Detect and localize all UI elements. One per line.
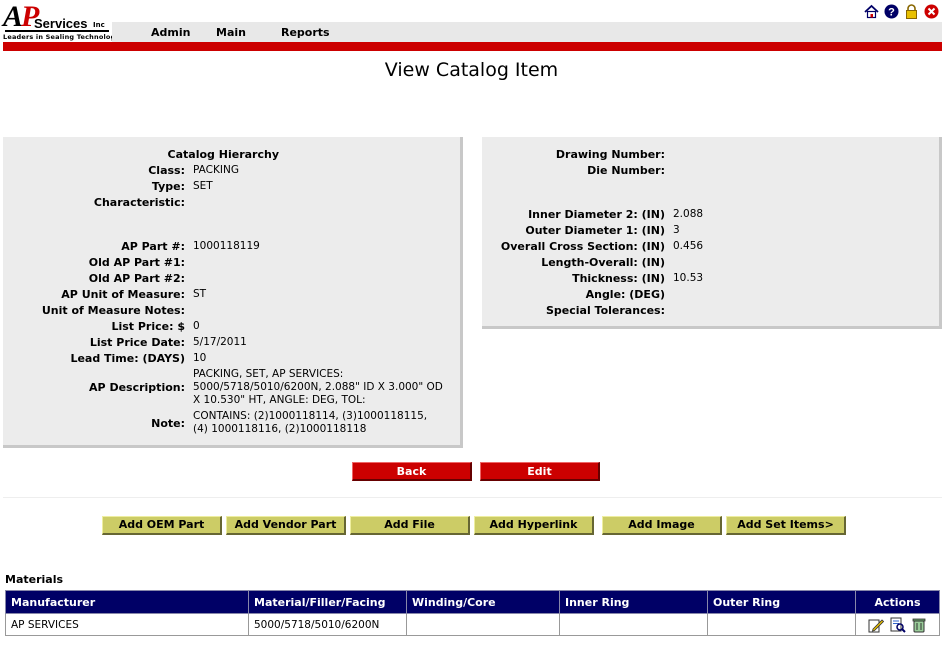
field-outer-diameter: Outer Diameter 1: (IN) 3 [525, 224, 680, 237]
top-icons: ? [864, 4, 939, 20]
col-actions: Actions [855, 590, 940, 614]
field-length-overall: Length-Overall: (IN) [541, 256, 665, 269]
logo-tagline: Leaders in Sealing Technologies [3, 33, 127, 41]
header-red-bar [3, 42, 942, 51]
lock-icon[interactable] [904, 4, 919, 19]
materials-table: Manufacturer Material/Filler/Facing Wind… [5, 590, 940, 636]
close-icon[interactable] [924, 4, 939, 19]
svg-text:?: ? [888, 7, 895, 19]
col-material: Material/Filler/Facing [248, 590, 407, 614]
field-list-price: List Price: $ 0 [111, 320, 200, 333]
logo-letters: AP [3, 0, 39, 33]
field-cross-section: Overall Cross Section: (IN) 0.456 [500, 240, 704, 253]
add-image-button[interactable]: Add Image [602, 516, 722, 535]
page-title: View Catalog Item [384, 59, 559, 81]
delete-icon[interactable] [911, 617, 927, 633]
field-thickness: Thickness: (IN) 10.53 [572, 272, 704, 285]
table-row: AP SERVICES 5000/5718/5010/6200N [5, 613, 940, 636]
field-die-number: Die Number: [587, 164, 665, 177]
home-icon[interactable] [864, 4, 879, 19]
logo-inc: Inc [93, 21, 105, 29]
catalog-hierarchy-panel: Catalog Hierarchy Class: PACKING Type: S… [3, 137, 463, 448]
field-note: Note: CONTAINS: (2)1000118114, (3)100011… [151, 410, 428, 435]
field-old-ap-part-2: Old AP Part #2: [88, 272, 185, 285]
field-class: Class: PACKING [148, 164, 239, 177]
add-oem-part-button[interactable]: Add OEM Part [102, 516, 222, 535]
materials-title: Materials [5, 573, 64, 586]
add-vendor-part-button[interactable]: Add Vendor Part [226, 516, 346, 535]
field-uom-notes: Unit of Measure Notes: [41, 304, 185, 317]
field-unit-of-measure: AP Unit of Measure: ST [61, 288, 207, 301]
col-inner-ring: Inner Ring [559, 590, 708, 614]
col-winding: Winding/Core [406, 590, 560, 614]
cell-material: 5000/5718/5010/6200N [248, 613, 407, 636]
field-characteristic: Characteristic: [93, 196, 185, 209]
edit-icon[interactable] [868, 617, 885, 633]
table-header-row: Manufacturer Material/Filler/Facing Wind… [5, 590, 940, 614]
dimensions-panel: Drawing Number: Die Number: Inner Diamet… [482, 137, 942, 329]
divider [3, 497, 942, 498]
cell-outer-ring [707, 613, 856, 636]
cell-manufacturer: AP SERVICES [5, 613, 249, 636]
add-set-items-button[interactable]: Add Set Items> [726, 516, 846, 535]
cell-winding [406, 613, 560, 636]
section-title: Catalog Hierarchy [167, 148, 279, 161]
add-file-button[interactable]: Add File [350, 516, 470, 535]
help-icon[interactable]: ? [884, 4, 899, 19]
edit-button[interactable]: Edit [480, 462, 600, 481]
logo-swoosh [5, 30, 109, 32]
nav-reports[interactable]: Reports [281, 26, 330, 39]
field-list-price-date: List Price Date: 5/17/2011 [89, 336, 247, 349]
field-drawing-number: Drawing Number: [555, 148, 665, 161]
view-icon[interactable] [890, 617, 906, 633]
logo-services: Services [34, 16, 88, 31]
col-manufacturer: Manufacturer [5, 590, 249, 614]
cell-actions [855, 613, 940, 636]
back-button[interactable]: Back [352, 462, 472, 481]
field-type: Type: SET [151, 180, 213, 193]
field-ap-part: AP Part #: 1000118119 [121, 240, 260, 253]
company-logo[interactable]: AP Services Inc Leaders in Sealing Techn… [3, 0, 126, 42]
field-inner-diameter: Inner Diameter 2: (IN) 2.088 [528, 208, 704, 221]
add-hyperlink-button[interactable]: Add Hyperlink [474, 516, 594, 535]
nav-main[interactable]: Main [216, 26, 246, 39]
cell-inner-ring [559, 613, 708, 636]
col-outer-ring: Outer Ring [707, 590, 856, 614]
field-ap-description: AP Description: PACKING, SET, AP SERVICE… [89, 368, 443, 406]
field-old-ap-part-1: Old AP Part #1: [88, 256, 185, 269]
field-special-tolerances: Special Tolerances: [545, 304, 665, 317]
field-angle: Angle: (DEG) [585, 288, 665, 301]
nav-admin[interactable]: Admin [151, 26, 190, 39]
field-lead-time: Lead Time: (DAYS) 10 [70, 352, 207, 365]
